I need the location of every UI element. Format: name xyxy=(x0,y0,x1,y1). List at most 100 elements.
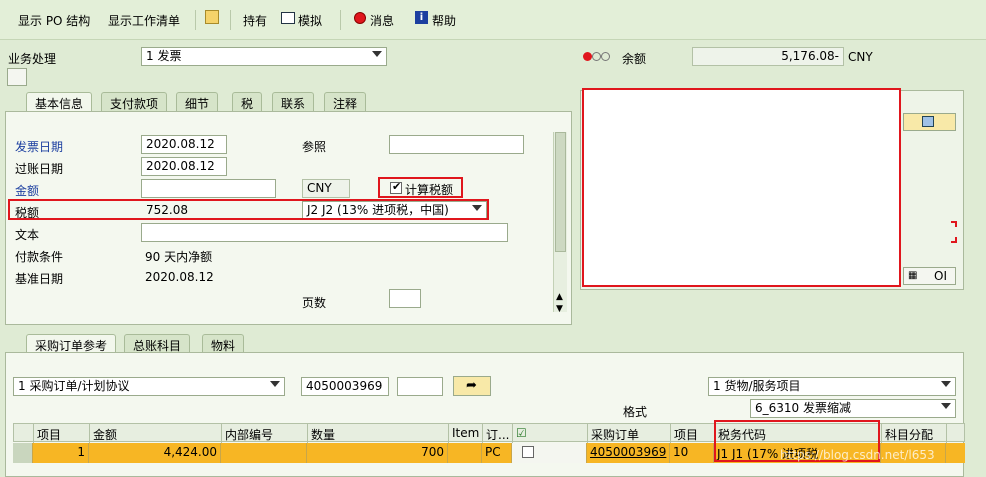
tax-code-select[interactable]: J2 J2 (13% 进项税，中国) xyxy=(302,201,487,220)
balance-field: 5,176.08- xyxy=(692,47,844,66)
cell-item: 1 xyxy=(33,443,89,463)
basic-tab-1[interactable]: 支付款项 xyxy=(101,92,168,112)
hold-button[interactable]: 持有 xyxy=(243,12,267,29)
cell-item-short xyxy=(448,443,482,463)
cell-internal[interactable] xyxy=(221,443,307,463)
invoice-date-field[interactable]: 2020.08.12 xyxy=(141,135,227,154)
item-type-select[interactable]: 1 货物/服务项目 xyxy=(708,377,956,396)
calc-tax-checkbox[interactable]: ✔ xyxy=(390,180,402,194)
scroll-down-icon[interactable]: ▼ xyxy=(556,304,563,314)
col-po-item[interactable]: 项目 xyxy=(671,424,715,443)
chevron-down-icon xyxy=(372,51,382,57)
col-select[interactable]: ☑ xyxy=(513,424,588,443)
status-light-green-icon xyxy=(601,52,610,61)
document-icon xyxy=(922,116,934,127)
simulate-button[interactable]: 模拟 xyxy=(298,12,322,29)
oi-button-label: OI xyxy=(934,269,947,283)
posting-date-label: 过账日期 xyxy=(15,162,64,176)
display-document-button[interactable] xyxy=(903,113,956,131)
transfer-button[interactable]: ➦ xyxy=(453,376,491,396)
chevron-down-icon xyxy=(941,381,951,387)
po-item-field[interactable] xyxy=(397,377,443,396)
col-po[interactable]: 采购订单 xyxy=(588,424,671,443)
show-po-structure-button[interactable]: 显示 PO 结构 xyxy=(18,12,90,29)
col-internal-number[interactable]: 内部编号 xyxy=(222,424,308,443)
simulate-icon xyxy=(281,12,295,24)
basic-tab-5[interactable]: 注释 xyxy=(324,92,367,112)
doc-type-value: 1 采购订单/计划协议 xyxy=(18,379,130,393)
status-light-yellow-icon xyxy=(592,52,601,61)
cell-po-item: 10 xyxy=(670,443,714,463)
folder-icon[interactable] xyxy=(205,10,219,24)
calc-tax-label: 计算税额 xyxy=(405,183,454,197)
row-checkbox[interactable] xyxy=(522,446,534,458)
posting-date-field[interactable]: 2020.08.12 xyxy=(141,157,227,176)
cell-quantity[interactable]: 700 xyxy=(307,443,448,463)
row-selector-header[interactable] xyxy=(14,424,34,443)
watermark: https://blog.csdn.net/l653 xyxy=(780,448,935,462)
message-icon xyxy=(354,12,366,24)
transaction-value: 1 发票 xyxy=(146,49,182,63)
cell-po[interactable]: 4050003969 xyxy=(587,443,670,463)
cell-select[interactable] xyxy=(512,443,587,463)
show-worklist-button[interactable]: 显示工作清单 xyxy=(108,12,180,29)
ref-tab-0[interactable]: 采购订单参考 xyxy=(26,334,117,354)
ref-tab-1[interactable]: 总账科目 xyxy=(124,334,191,354)
tax-amount-label: 税额 xyxy=(15,206,40,220)
text-label: 文本 xyxy=(15,228,40,242)
layout-label: 格式 xyxy=(623,405,648,419)
row-selector[interactable] xyxy=(13,443,33,463)
toolbar-separator xyxy=(195,10,196,30)
transaction-label: 业务处理 xyxy=(8,52,57,66)
col-order-unit[interactable]: 订... xyxy=(483,424,513,443)
basic-tab-0[interactable]: 基本信息 xyxy=(26,92,93,112)
col-account-assignment[interactable]: 科目分配 xyxy=(882,424,947,443)
layout-value: 6_6310 发票缩减 xyxy=(755,401,851,415)
scrollbar-thumb[interactable] xyxy=(555,132,566,252)
text-field[interactable] xyxy=(141,223,508,242)
baseline-date-value: 2020.08.12 xyxy=(145,270,214,284)
tax-code-value: J2 J2 (13% 进项税，中国) xyxy=(307,203,449,217)
checkmark-icon: ✔ xyxy=(392,180,402,193)
cell-unit: PC xyxy=(482,443,512,463)
basic-tab-4[interactable]: 联系 xyxy=(272,92,315,112)
col-item[interactable]: 项目 xyxy=(34,424,90,443)
chevron-down-icon xyxy=(270,381,280,387)
payment-terms-label: 付款条件 xyxy=(15,250,64,264)
scroll-up-icon[interactable]: ▲ xyxy=(556,292,563,302)
message-button[interactable]: 消息 xyxy=(370,12,394,29)
reference-field[interactable] xyxy=(389,135,524,154)
transaction-select[interactable]: 1 发票 xyxy=(141,47,387,66)
col-tax-code[interactable]: 税务代码 xyxy=(715,424,882,443)
document-preview-area xyxy=(582,88,901,287)
chevron-down-icon xyxy=(472,205,482,211)
header-toggle-button[interactable] xyxy=(7,68,27,86)
col-amount[interactable]: 金额 xyxy=(90,424,222,443)
help-button[interactable]: 帮助 xyxy=(432,12,456,29)
status-light-red-icon xyxy=(583,52,592,61)
ref-tab-2[interactable]: 物料 xyxy=(202,334,245,354)
cell-amount[interactable]: 4,424.00 xyxy=(89,443,221,463)
balance-currency: CNY xyxy=(848,50,873,64)
amount-field[interactable] xyxy=(141,179,276,198)
list-icon: ▦ xyxy=(908,270,918,281)
col-quantity[interactable]: 数量 xyxy=(308,424,449,443)
po-number-field[interactable]: 4050003969 xyxy=(301,377,389,396)
tax-amount-field[interactable]: 752.08 xyxy=(141,201,276,220)
doc-type-select[interactable]: 1 采购订单/计划协议 xyxy=(13,377,285,396)
basic-panel-scrollbar[interactable]: ▲ ▼ xyxy=(553,132,567,314)
basic-data-panel: 发票日期 2020.08.12 参照 过账日期 2020.08.12 金额 CN… xyxy=(5,111,572,325)
oi-button[interactable]: ▦ OI xyxy=(903,267,956,285)
payment-terms-value: 90 天内净额 xyxy=(145,250,213,264)
reference-label: 参照 xyxy=(302,140,327,154)
corner-mark xyxy=(951,237,957,243)
layout-select[interactable]: 6_6310 发票缩减 xyxy=(750,399,956,418)
application-toolbar: 显示 PO 结构 显示工作清单 持有 模拟 消息 i 帮助 xyxy=(0,0,986,40)
item-type-value: 1 货物/服务项目 xyxy=(713,379,801,393)
col-item-short[interactable]: Item xyxy=(449,424,483,443)
arrow-right-icon: ➦ xyxy=(466,378,477,393)
basic-tab-3[interactable]: 税 xyxy=(232,92,263,112)
page-count-field[interactable] xyxy=(389,289,421,308)
basic-tab-2[interactable]: 细节 xyxy=(176,92,219,112)
toolbar-separator xyxy=(340,10,341,30)
